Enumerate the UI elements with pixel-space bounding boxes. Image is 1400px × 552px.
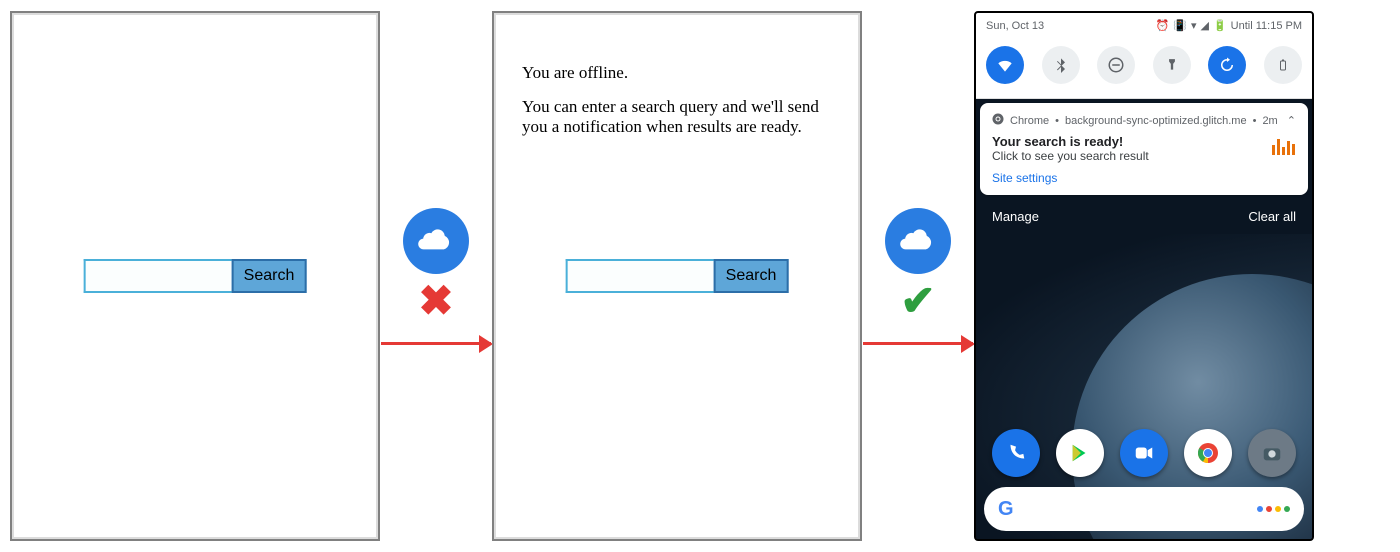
- app-dock: [984, 429, 1304, 477]
- shade-manage-button[interactable]: Manage: [992, 209, 1039, 224]
- qs-dnd-icon[interactable]: [1097, 46, 1135, 84]
- wifi-icon: ▾: [1191, 19, 1197, 32]
- qs-rotate-icon[interactable]: [1208, 46, 1246, 84]
- status-clock-label: Until 11:15 PM: [1231, 20, 1302, 32]
- qs-flashlight-icon[interactable]: [1153, 46, 1191, 84]
- qs-battery-icon[interactable]: [1264, 46, 1302, 84]
- search-button[interactable]: Search: [232, 259, 307, 293]
- status-bar: Sun, Oct 13 ⏰ 📳 ▾ ◢ 🔋 Until 11:15 PM: [976, 13, 1312, 38]
- app-chrome-icon[interactable]: [1184, 429, 1232, 477]
- notification-source: background-sync-optimized.glitch.me: [1065, 115, 1247, 127]
- app-duo-icon[interactable]: [1120, 429, 1168, 477]
- offline-heading: You are offline.: [522, 63, 832, 83]
- panel-initial-search: Search: [10, 11, 380, 541]
- google-search-bar[interactable]: G: [984, 487, 1304, 531]
- notification-body: Click to see you search result: [992, 149, 1149, 163]
- vibrate-icon: 📳: [1173, 19, 1187, 32]
- cloud-icon: [885, 208, 951, 274]
- app-stack-icon: [1272, 137, 1296, 155]
- quick-settings: [976, 38, 1312, 99]
- connector-offline: ✖: [380, 11, 492, 541]
- notification-app-name: Chrome: [1010, 115, 1049, 127]
- qs-wifi-icon[interactable]: [986, 46, 1024, 84]
- google-logo-icon: G: [998, 498, 1014, 521]
- arrow-icon: [381, 342, 491, 345]
- search-form: Search: [566, 259, 789, 293]
- search-input[interactable]: [84, 259, 232, 293]
- cloud-icon: [403, 208, 469, 274]
- chrome-icon: [992, 113, 1004, 128]
- app-phone-icon[interactable]: [992, 429, 1040, 477]
- search-button[interactable]: Search: [714, 259, 789, 293]
- offline-body: You can enter a search query and we'll s…: [522, 97, 832, 137]
- arrow-icon: [863, 342, 973, 345]
- notification-site-settings[interactable]: Site settings: [992, 171, 1296, 185]
- chevron-up-icon[interactable]: ⌃: [1287, 114, 1296, 127]
- search-form: Search: [84, 259, 307, 293]
- notification-card[interactable]: Chrome • background-sync-optimized.glitc…: [980, 103, 1308, 195]
- status-date: Sun, Oct 13: [986, 20, 1044, 32]
- cross-icon: ✖: [418, 280, 453, 322]
- app-camera-icon[interactable]: [1248, 429, 1296, 477]
- alarm-icon: ⏰: [1156, 19, 1170, 32]
- shade-actions: Manage Clear all: [976, 199, 1312, 234]
- notification-title: Your search is ready!: [992, 134, 1149, 149]
- battery-icon: 🔋: [1213, 19, 1227, 32]
- connector-online: ✔: [862, 11, 974, 541]
- signal-icon: ◢: [1201, 19, 1209, 32]
- notification-age: 2m: [1262, 115, 1277, 127]
- android-phone: Sun, Oct 13 ⏰ 📳 ▾ ◢ 🔋 Until 11:15 PM Chr…: [974, 11, 1314, 541]
- shade-clear-all-button[interactable]: Clear all: [1248, 209, 1296, 224]
- check-icon: ✔: [900, 280, 935, 322]
- home-screen: G: [976, 234, 1312, 539]
- panel-offline-search: You are offline. You can enter a search …: [492, 11, 862, 541]
- assistant-icon[interactable]: [1257, 506, 1290, 512]
- search-input[interactable]: [566, 259, 714, 293]
- qs-bluetooth-icon[interactable]: [1042, 46, 1080, 84]
- app-play-icon[interactable]: [1056, 429, 1104, 477]
